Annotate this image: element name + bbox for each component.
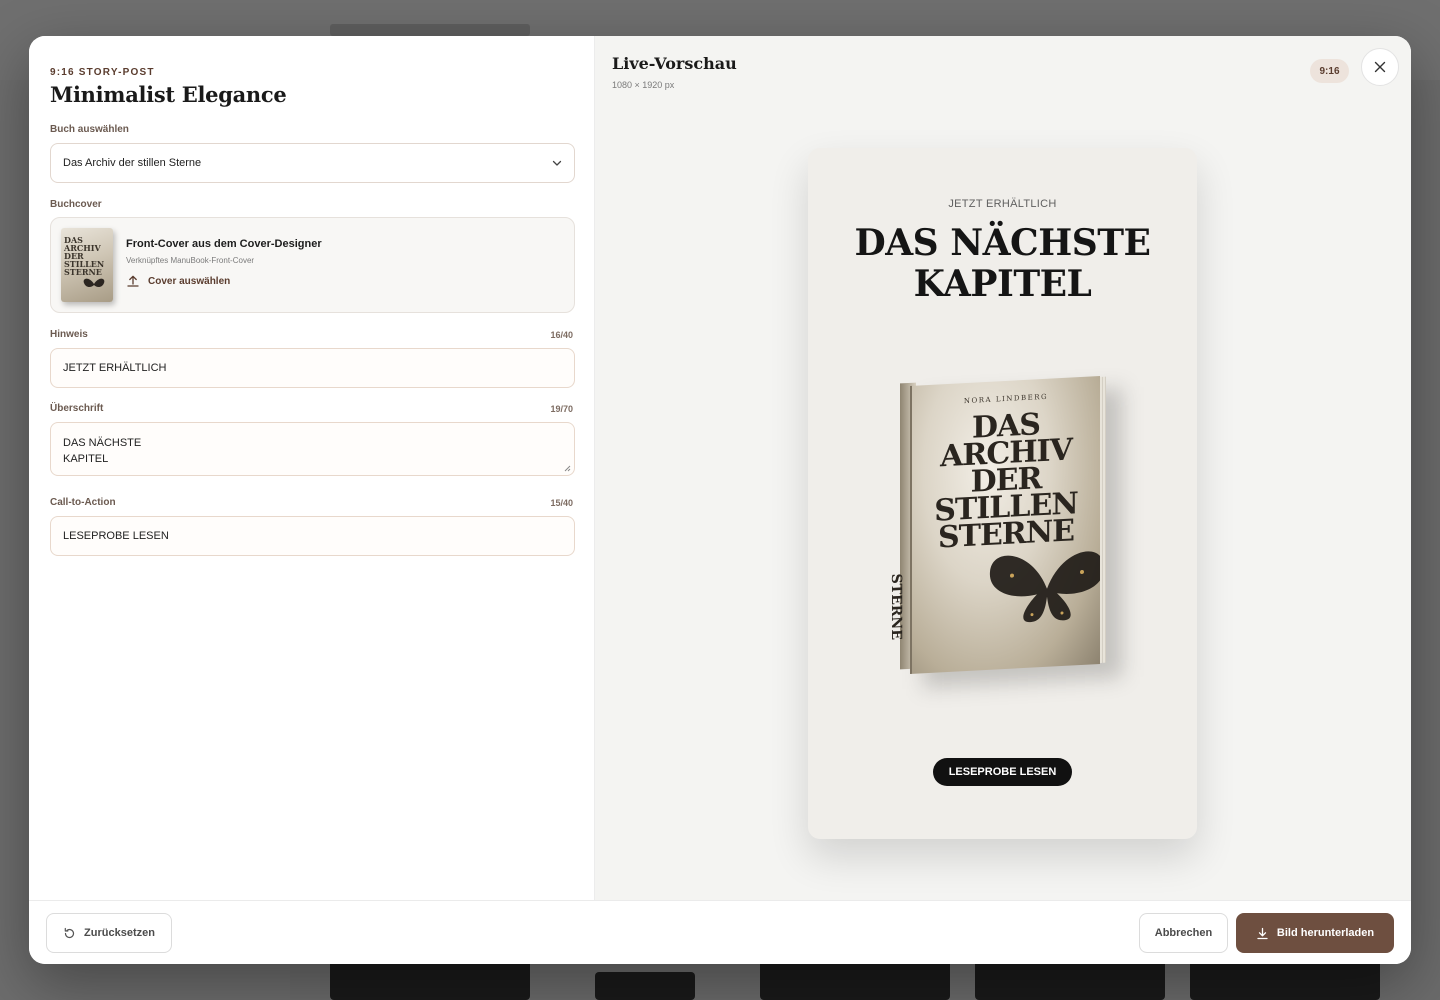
editor-panel: 9:16 STORY-POST Minimalist Elegance Buch… — [29, 36, 595, 900]
aspect-ratio-badge: 9:16 — [1310, 59, 1349, 83]
cta-input-value: LESEPROBE LESEN — [63, 530, 169, 542]
book-cover-title: DAS ARCHIV DER STILLEN STERNE — [934, 407, 1078, 556]
butterfly-icon — [83, 278, 105, 288]
template-title: Minimalist Elegance — [50, 82, 287, 107]
cover-label: Buchcover — [50, 199, 102, 210]
cancel-button[interactable]: Abbrechen — [1139, 913, 1228, 953]
download-label: Bild herunterladen — [1276, 927, 1375, 939]
select-cover-label: Cover auswählen — [148, 275, 231, 287]
headline-line-2: KAPITEL — [63, 453, 109, 465]
preview-title: Live-Vorschau — [612, 54, 737, 73]
book-mockup: STERNE NORA LINDBERG DAS ARCHIV DER STIL… — [888, 373, 1123, 689]
reset-icon — [64, 927, 75, 938]
book-select[interactable]: Das Archiv der stillen Sterne — [50, 143, 575, 183]
resize-handle-icon[interactable] — [563, 464, 571, 472]
hint-label: Hinweis — [50, 329, 88, 340]
backdrop-title — [330, 24, 530, 36]
chevron-down-icon — [552, 160, 562, 166]
backdrop-tile — [975, 960, 1165, 1000]
close-button[interactable] — [1361, 48, 1399, 86]
template-format-eyebrow: 9:16 STORY-POST — [50, 67, 155, 78]
upload-icon — [127, 275, 139, 287]
book-select-value: Das Archiv der stillen Sterne — [63, 157, 202, 169]
cover-card: DAS ARCHIV DER STILLEN STERNE Front-Cove… — [50, 217, 575, 313]
reset-label: Zurücksetzen — [84, 927, 155, 939]
modal-footer: Zurücksetzen Abbrechen Bild herunterlade… — [29, 900, 1411, 964]
headline-label: Überschrift — [50, 403, 104, 414]
hint-input[interactable]: JETZT ERHÄLTLICH — [50, 348, 575, 388]
download-icon — [1257, 927, 1268, 939]
headline-line-1: DAS NÄCHSTE — [63, 437, 142, 449]
headline-textarea[interactable]: DAS NÄCHSTE KAPITEL — [50, 422, 575, 476]
reset-button[interactable]: Zurücksetzen — [46, 913, 172, 953]
close-icon — [1374, 61, 1386, 73]
backdrop-tile — [595, 972, 695, 1000]
select-cover-button[interactable]: Cover auswählen — [126, 274, 230, 288]
backdrop-tile — [760, 960, 950, 1000]
download-image-button[interactable]: Bild herunterladen — [1236, 913, 1394, 953]
cta-label: Call-to-Action — [50, 497, 116, 508]
story-preview-canvas: JETZT ERHÄLTLICH DAS NÄCHSTE KAPITEL STE… — [808, 148, 1197, 839]
cover-source-title: Front-Cover aus dem Cover-Designer — [126, 238, 322, 250]
preview-dimensions: 1080 × 1920 px — [612, 80, 675, 90]
cta-counter: 15/40 — [550, 498, 573, 508]
cta-input[interactable]: LESEPROBE LESEN — [50, 516, 575, 556]
hint-input-value: JETZT ERHÄLTLICH — [63, 362, 167, 374]
butterfly-icon — [989, 551, 1100, 623]
backdrop-tile — [330, 960, 530, 1000]
story-post-modal: 9:16 STORY-POST Minimalist Elegance Buch… — [29, 36, 1411, 964]
book-author: NORA LINDBERG — [963, 392, 1049, 406]
backdrop-tile — [1190, 960, 1380, 1000]
book-spine-title: STERNE — [888, 573, 904, 641]
cover-thumbnail-title: DAS ARCHIV DER STILLEN STERNE — [64, 235, 105, 277]
story-cta-button: LESEPROBE LESEN — [933, 758, 1072, 786]
story-hint-text: JETZT ERHÄLTLICH — [948, 198, 1057, 210]
cover-thumbnail: DAS ARCHIV DER STILLEN STERNE — [61, 228, 113, 302]
headline-counter: 19/70 — [550, 404, 573, 414]
book-select-label: Buch auswählen — [50, 124, 129, 135]
book-front-cover: NORA LINDBERG DAS ARCHIV DER STILLEN STE… — [910, 376, 1100, 674]
hint-counter: 16/40 — [550, 330, 573, 340]
cover-source-subtitle: Verknüpftes ManuBook-Front-Cover — [126, 256, 255, 265]
preview-panel: Live-Vorschau 1080 × 1920 px 9:16 JETZT … — [595, 36, 1411, 900]
story-headline: DAS NÄCHSTE KAPITEL — [854, 222, 1151, 305]
